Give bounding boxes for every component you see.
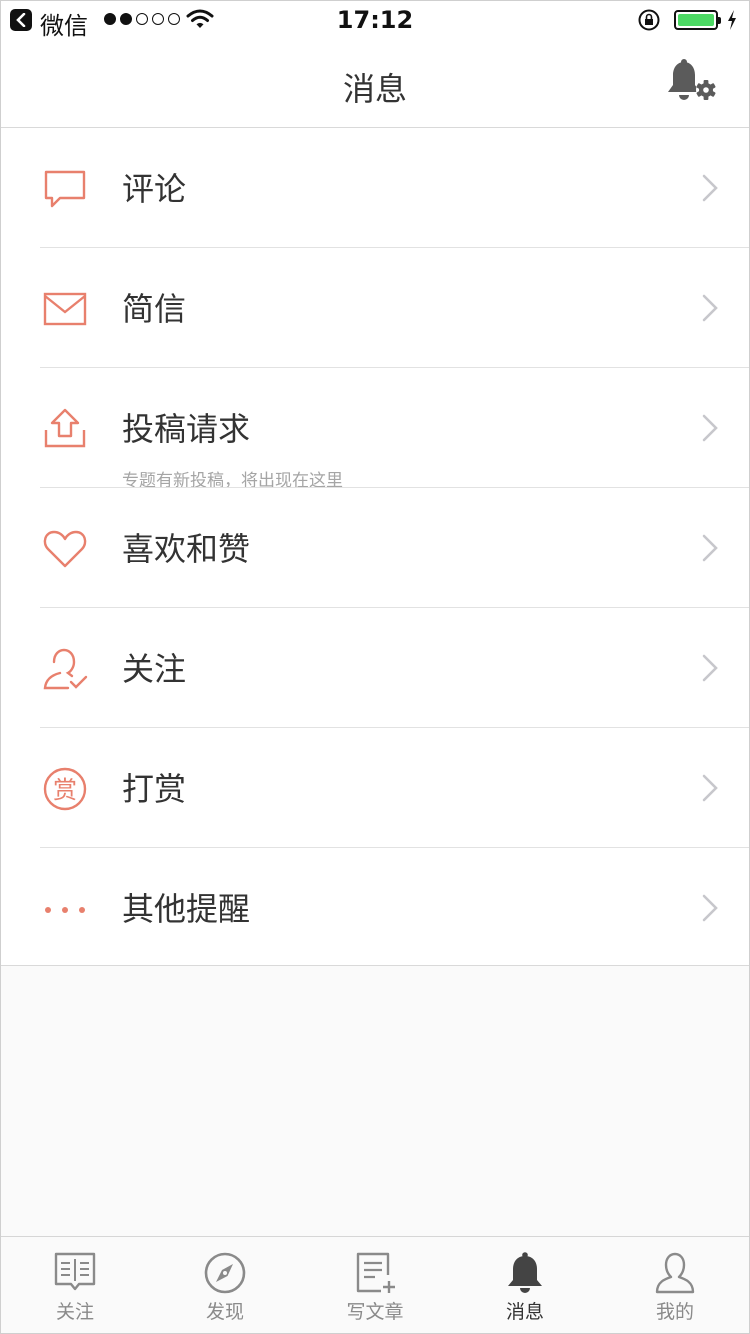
list-item-follows[interactable]: 关注 bbox=[0, 608, 750, 728]
list-item-comments[interactable]: 评论 bbox=[0, 128, 750, 248]
tab-label: 我的 bbox=[655, 1301, 694, 1323]
bell-icon bbox=[508, 1252, 542, 1293]
person-icon bbox=[655, 1252, 695, 1294]
tab-label: 发现 bbox=[205, 1301, 244, 1323]
list-item-submission-requests[interactable]: 投稿请求 专题有新投稿，将出现在这里 bbox=[0, 368, 750, 491]
heart-icon bbox=[43, 530, 87, 568]
envelope-icon bbox=[43, 292, 87, 326]
reward-icon: 赏 bbox=[43, 767, 87, 811]
list-item-label: 关注 bbox=[122, 650, 187, 688]
page-title: 消息 bbox=[342, 70, 407, 108]
list-item-label: 投稿请求 bbox=[122, 410, 251, 448]
list-item-rewards[interactable]: 赏 打赏 bbox=[0, 728, 750, 848]
chevron-right-icon bbox=[702, 174, 718, 202]
rotation-lock-icon bbox=[638, 9, 660, 31]
tab-write[interactable]: 写文章 bbox=[300, 1237, 450, 1334]
list-item-label: 简信 bbox=[122, 290, 187, 328]
tab-messages[interactable]: 消息 bbox=[450, 1237, 600, 1334]
tab-follow[interactable]: 关注 bbox=[0, 1237, 150, 1334]
list-item-messages[interactable]: 简信 bbox=[0, 248, 750, 368]
tab-label: 消息 bbox=[505, 1301, 544, 1323]
compass-icon bbox=[204, 1252, 246, 1294]
list-item-likes[interactable]: 喜欢和赞 bbox=[0, 488, 750, 608]
tab-discover[interactable]: 发现 bbox=[150, 1237, 300, 1334]
reward-icon-text: 赏 bbox=[53, 776, 77, 804]
tab-bar: 关注 发现 写文章 消息 我的 bbox=[0, 1236, 750, 1334]
tab-me[interactable]: 我的 bbox=[600, 1237, 750, 1334]
book-icon bbox=[54, 1252, 96, 1291]
list-item-other-alerts[interactable]: 其他提醒 bbox=[0, 848, 750, 968]
comment-icon bbox=[44, 170, 86, 208]
upload-icon bbox=[44, 408, 86, 448]
chevron-right-icon bbox=[702, 414, 718, 442]
write-document-icon bbox=[356, 1252, 395, 1293]
user-check-icon bbox=[43, 648, 88, 690]
list-item-label: 喜欢和赞 bbox=[122, 530, 251, 568]
list-item-label: 其他提醒 bbox=[122, 890, 251, 928]
charging-icon bbox=[728, 10, 736, 30]
chevron-right-icon bbox=[702, 894, 718, 922]
list-item-label: 打赏 bbox=[122, 770, 187, 808]
chevron-right-icon bbox=[702, 654, 718, 682]
list-item-label: 评论 bbox=[122, 170, 187, 208]
tab-label: 关注 bbox=[55, 1301, 94, 1323]
nav-bar: 消息 bbox=[0, 40, 750, 128]
more-dots-icon bbox=[45, 907, 85, 913]
bell-settings-icon[interactable] bbox=[664, 58, 722, 106]
chevron-right-icon bbox=[702, 294, 718, 322]
message-category-list: 评论 简信 投稿请求 专题有新投稿，将出现在这里 喜欢和赞 关注 赏 打赏 其他… bbox=[0, 128, 750, 966]
chevron-right-icon bbox=[702, 534, 718, 562]
chevron-right-icon bbox=[702, 774, 718, 802]
status-bar: 微信 17:12 bbox=[0, 0, 750, 40]
battery-icon bbox=[674, 10, 721, 30]
tab-label: 写文章 bbox=[346, 1301, 404, 1323]
